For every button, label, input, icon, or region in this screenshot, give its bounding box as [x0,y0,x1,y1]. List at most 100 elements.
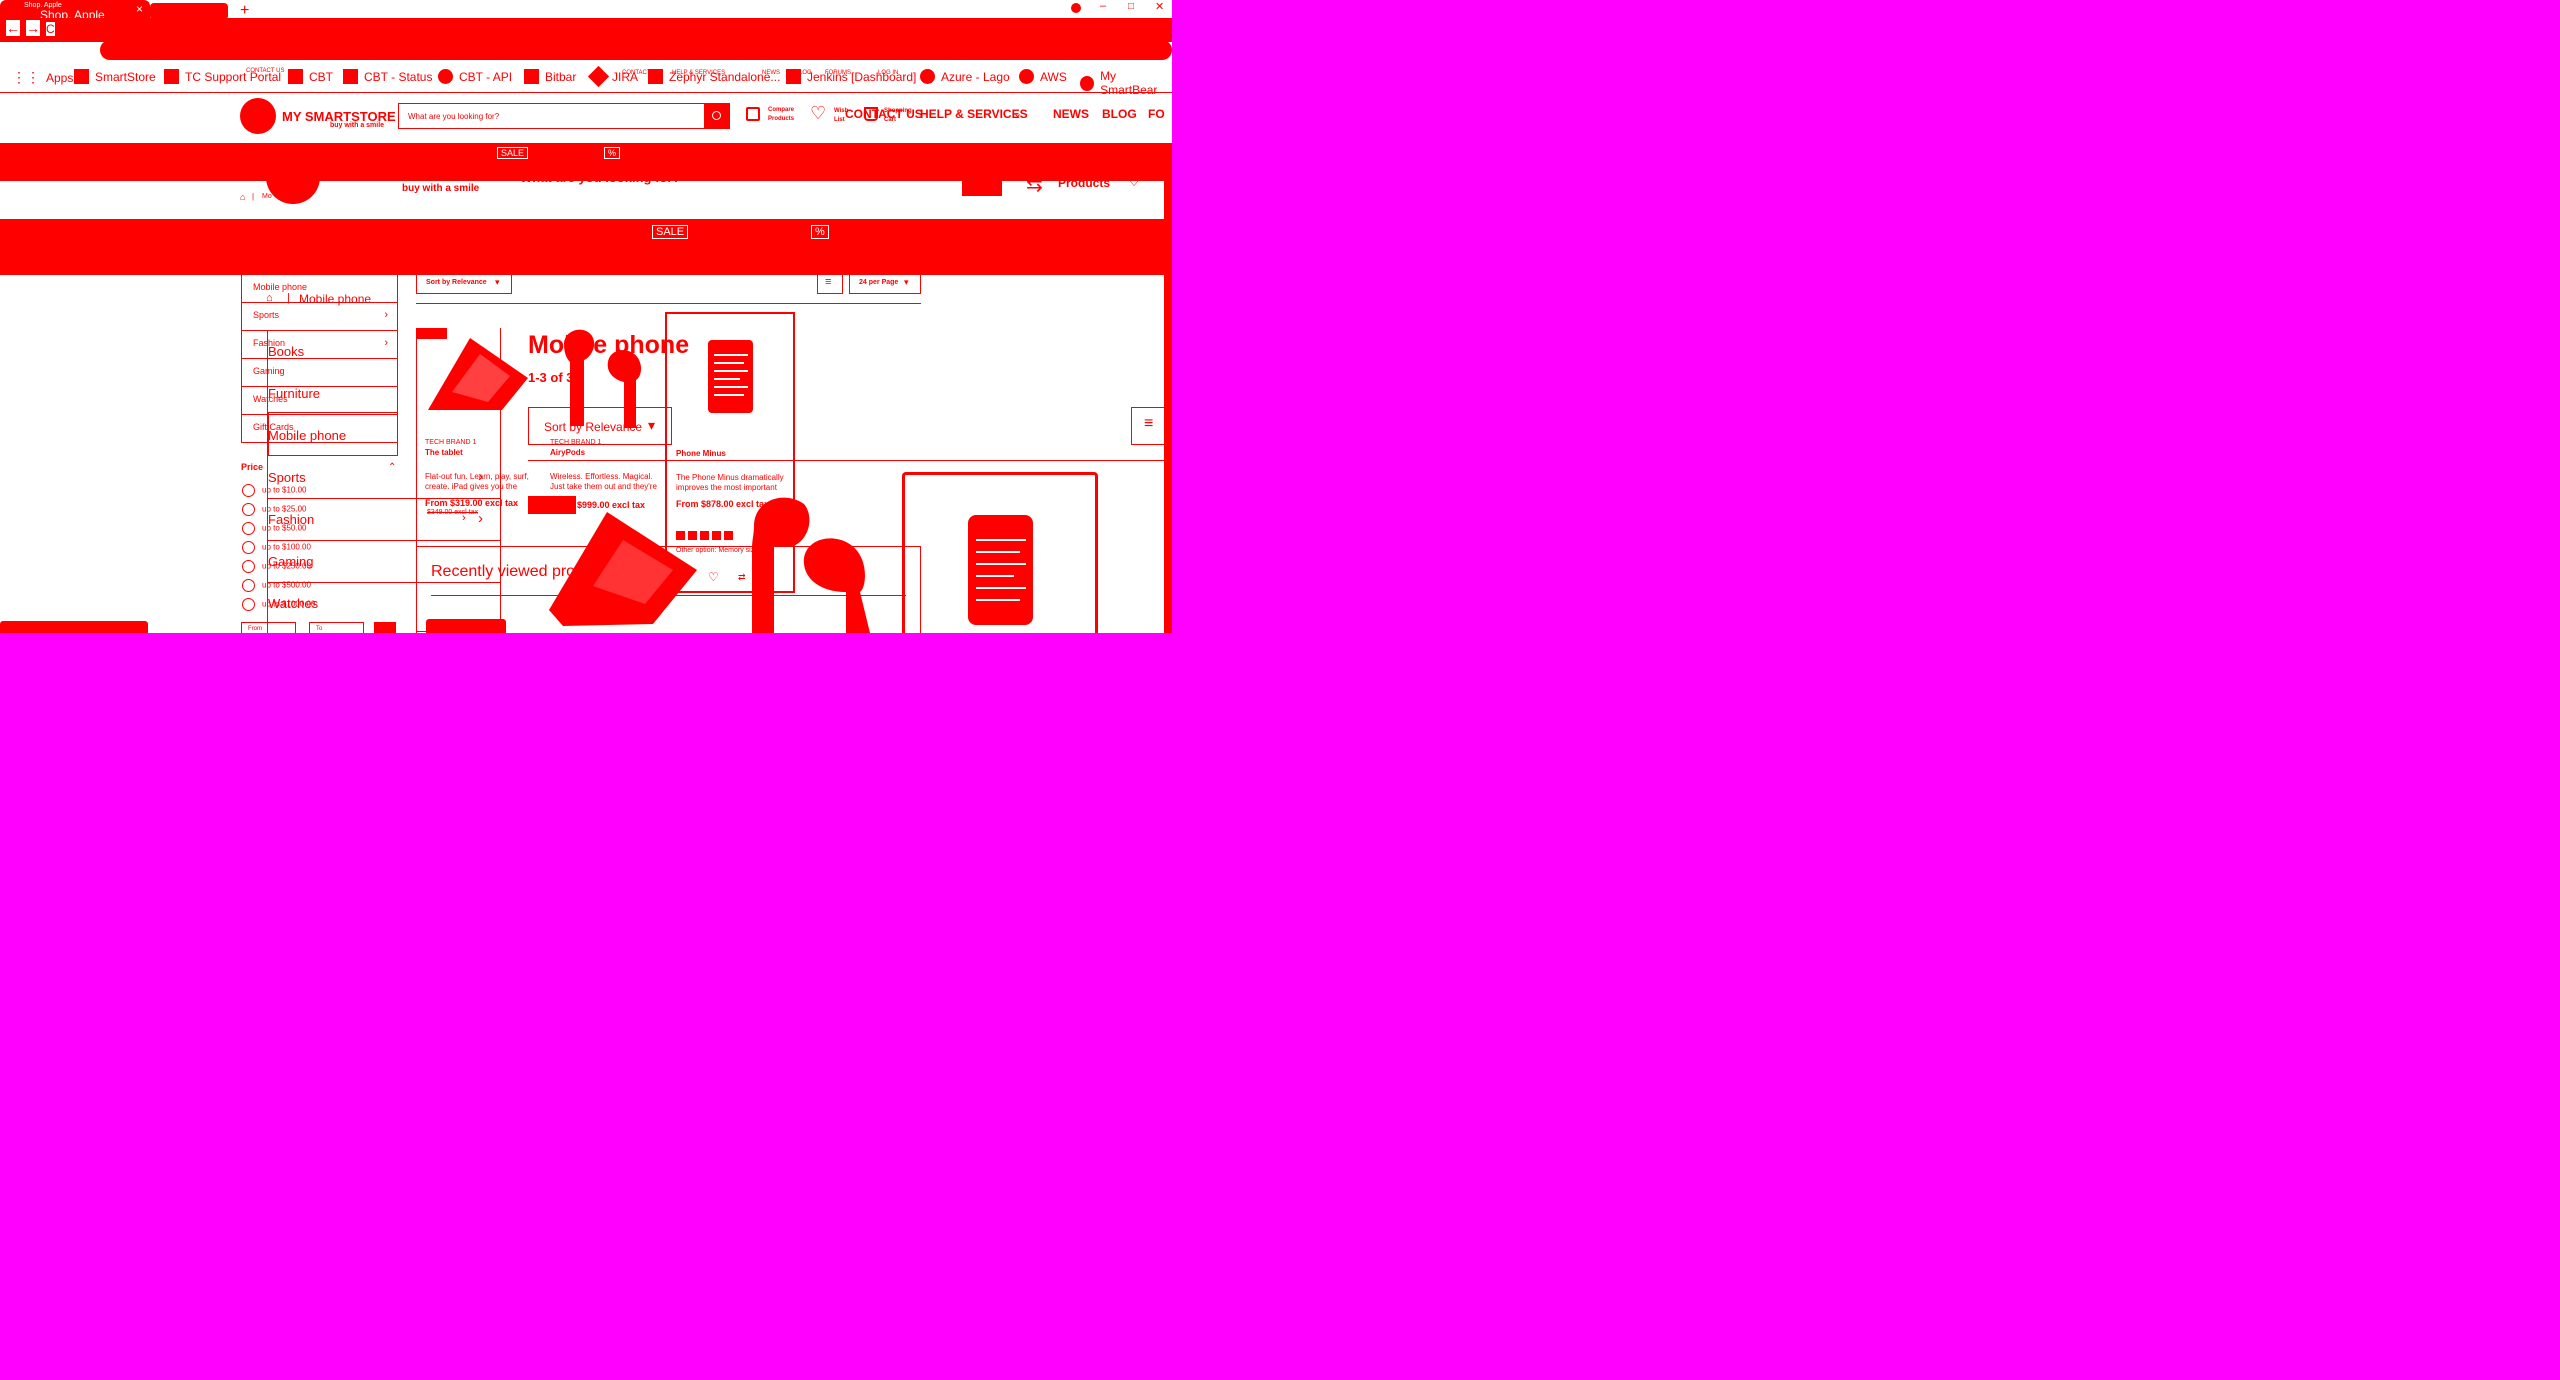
bookmark-apps[interactable]: ⋮⋮ Apps [12,69,73,86]
caret-down-icon: ▾ [495,277,500,287]
price-option[interactable]: up to $250.00 [242,560,311,573]
profile-dot-icon[interactable] [1071,3,1081,13]
mini-bookmark-smartstore[interactable]: SmartStore [62,44,97,51]
sidebar-big-books[interactable]: Books [268,344,304,359]
price-option[interactable]: up to $25.00 [242,503,306,516]
products-label-large: Products [1058,176,1111,190]
logo-mark-icon [240,98,276,134]
color-swatch[interactable] [724,531,733,540]
category-menu-bar-large: SALE % [0,219,1172,275]
bookmark-aws[interactable]: AWS [1019,69,1067,84]
heart-icon[interactable]: ♡ [810,103,826,124]
per-page-dropdown[interactable]: 24 per Page ▾ [849,272,921,294]
product-info-tablet: TECH BRAND 1 The tablet Flat-out fun. Le… [425,439,533,518]
breadcrumb-current: Mo [262,193,272,200]
price-option-label: up to $500.00 [262,580,311,590]
price-option-label: up to $250.00 [262,561,311,571]
chevron-up-icon[interactable]: ⌃ [388,462,396,473]
price-option-label: up to $50.00 [262,523,307,533]
maximize-icon[interactable]: □ [1128,1,1134,12]
home-large-icon[interactable]: ⌂ [266,292,273,304]
bookmark-smartstore[interactable]: SmartStore [74,69,156,84]
sale-tag[interactable]: SALE [497,147,529,159]
price-to-input[interactable]: To [309,622,364,633]
logo-tagline: buy with a smile [330,122,385,129]
nav-blog[interactable]: BLOG [1102,107,1137,121]
bookmark-icon [587,65,610,88]
logo-mark-large-icon [266,150,320,204]
window-close-icon[interactable]: ✕ [1155,0,1164,13]
product-name[interactable]: The tablet [425,448,533,458]
sort-dropdown[interactable]: Sort by Relevance ▾ [416,272,512,294]
bookmark-label: CBT [309,69,333,84]
product-brand: TECH BRAND 1 [550,439,602,446]
back-icon[interactable]: ← [6,20,20,36]
chevron-down-icon: ⌄ [1013,108,1023,120]
sidebar-item-sports[interactable]: Sports › [241,303,398,331]
bookmark-cbt[interactable]: CBT [288,69,333,84]
list-view-button[interactable]: ≡ [817,272,843,294]
breadcrumb-large: Mobile phone [299,292,372,306]
phone-large-image [968,515,1033,625]
reload-icon[interactable]: C [46,22,55,36]
compare-label[interactable]: Compare Products [768,106,802,124]
minimize-icon[interactable]: – [1100,0,1106,12]
price-apply-button[interactable] [374,622,396,633]
bookmark-azure[interactable]: Azure - Lago [920,69,1010,84]
mini-bookmark-apps[interactable]: Apps [8,42,26,51]
bookmark-icon [920,69,935,84]
tab-close-icon[interactable]: × [136,2,143,16]
product-name[interactable]: AiryPods [550,448,660,458]
sale-tag-large[interactable]: SALE [652,225,689,239]
per-page-label: 24 per Page [859,279,899,286]
sidebar-big-sports[interactable]: Sports [268,470,306,485]
price-option[interactable]: up to $50.00 [242,522,306,535]
price-option[interactable]: up to $500.00 [242,579,311,592]
tablet-large-image [549,512,697,626]
address-bar[interactable] [100,40,1172,60]
search-button-large[interactable] [962,168,1002,196]
caret-down-icon: ▾ [904,277,909,287]
sidebar-big-mobile-phone[interactable]: Mobile phone [268,428,346,443]
bookmark-label: Jenkins [Dashboard] [807,69,917,84]
nav-news[interactable]: NEWS [1053,107,1089,121]
nav-forums[interactable]: FO [1148,107,1165,121]
price-option[interactable]: up to $100.00 [242,541,311,554]
sort-label: Sort by Relevance [426,279,487,286]
bookmark-label: Azure - Lago [941,69,1010,84]
overlay-blog-small: BLOG [795,70,812,76]
chevron-right-icon: › [384,337,388,349]
scrollbar[interactable] [1164,143,1172,633]
price-from-input[interactable]: From [241,622,296,633]
radio-icon [242,541,255,554]
compare-large-icon: ⇆ [1026,174,1043,196]
search-button[interactable] [704,104,729,128]
sidebar-item-fashion[interactable]: Fashion › [241,331,398,359]
bookmark-cbt-api[interactable]: CBT - API [438,69,512,84]
bookmark-cbt-status[interactable]: CBT - Status [343,69,432,84]
bookmark-label: CBT - API [459,69,513,84]
percent-tag[interactable]: % [604,147,621,159]
bookmark-icon [74,69,89,84]
search-box[interactable]: What are you looking for? [398,103,730,129]
percent-tag-large[interactable]: % [811,225,829,239]
sidebar-item-label: Sports [253,310,280,320]
color-swatch[interactable] [712,531,721,540]
sidebar-big-furniture[interactable]: Furniture [268,386,320,401]
price-option[interactable]: up to $1000.00 [242,598,315,611]
list-view-icon: ≡ [825,276,832,288]
price-option[interactable]: up to $10.00 [242,484,306,497]
home-icon[interactable]: ⌂ [240,192,245,202]
sidebar-item-gaming[interactable]: Gaming [241,359,398,387]
radio-icon [242,503,255,516]
product-name[interactable]: Phone Minus [676,449,788,459]
nav-contact[interactable]: CONTACT US [845,107,923,121]
chevron-right-icon: › [384,309,388,321]
forward-icon[interactable]: → [26,20,40,36]
bookmark-bitbar[interactable]: Bitbar [524,69,576,84]
nav-help-services[interactable]: HELP & SERVICES [920,107,1028,121]
phone-product-image [708,340,753,413]
compare-icon[interactable] [746,107,760,121]
radio-icon [242,484,255,497]
search-input[interactable]: What are you looking for? [408,112,499,121]
